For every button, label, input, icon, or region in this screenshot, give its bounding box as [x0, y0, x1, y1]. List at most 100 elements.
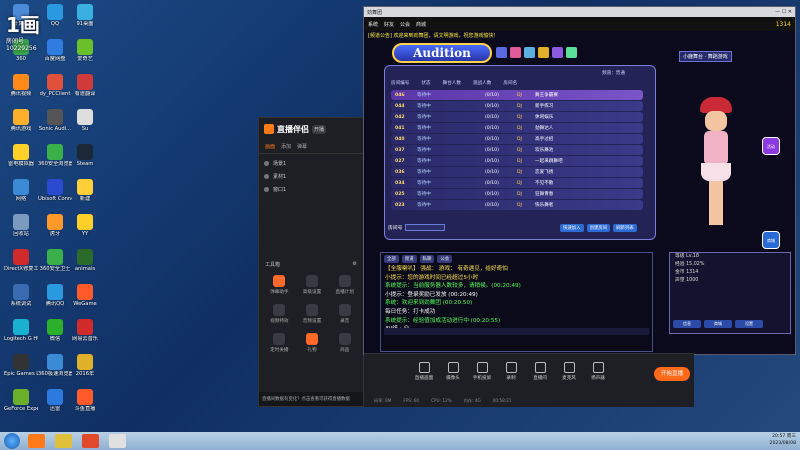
desktop-icon[interactable]: Steam — [68, 144, 102, 167]
tool-item[interactable]: 高级设置 — [296, 275, 329, 295]
window-controls[interactable]: — ☐ ✕ — [775, 9, 792, 15]
control-button[interactable]: 麦克风 — [559, 362, 579, 381]
tool-item[interactable]: 录音 — [328, 304, 361, 324]
live-status-badge[interactable]: 开播 — [312, 124, 327, 134]
desktop-icon[interactable]: 有道翻译 — [68, 74, 102, 97]
taskbar-app[interactable] — [109, 434, 126, 448]
desktop-icon[interactable]: 2016年 — [68, 354, 102, 377]
desktop-icon[interactable]: Ubisoft Connect — [38, 179, 72, 202]
desktop-icon[interactable]: 腾讯视频 — [4, 74, 38, 97]
desktop-icon[interactable]: YY — [68, 214, 102, 237]
event-button[interactable]: 活动 — [762, 137, 780, 155]
tool-item[interactable]: 音频设置 — [296, 304, 329, 324]
control-button[interactable]: 扬声器 — [588, 362, 608, 381]
profile-info-button[interactable]: 信息 — [673, 320, 701, 328]
desktop-icon[interactable]: Epic Games Launcher — [4, 354, 38, 377]
chat-tab[interactable]: 私聊 — [419, 255, 435, 263]
tab-scene[interactable]: 画面 — [265, 143, 275, 150]
tab-danmaku[interactable]: 弹幕 — [297, 143, 307, 150]
mode-icon[interactable] — [538, 47, 549, 58]
chat-tab[interactable]: 全部 — [384, 255, 399, 263]
mode-icon[interactable] — [566, 47, 577, 58]
desktop-icon[interactable]: 360安全浏览器 — [38, 144, 72, 167]
system-clock[interactable]: 20:57 周三 2023/08/08 — [770, 433, 796, 447]
profile-settings-button[interactable]: 设置 — [735, 320, 763, 328]
mode-icon[interactable] — [552, 47, 563, 58]
room-row[interactable]: 046 等待中 (0/10) DJ 舞王争霸赛 — [391, 90, 643, 100]
taskbar-app[interactable] — [82, 434, 99, 448]
room-row[interactable]: 037 等待中 (0/10) DJ 欢乐舞池 — [391, 145, 643, 155]
desktop-icon[interactable]: 斗鱼直播 — [68, 389, 102, 412]
mode-icon[interactable] — [496, 47, 507, 58]
control-button[interactable]: 直播间 — [530, 362, 550, 381]
desktop-icon[interactable]: 网络 — [4, 179, 38, 202]
scene-item[interactable]: 素材1 — [264, 170, 358, 183]
topbar-item[interactable]: 商城 — [416, 21, 426, 28]
room-row[interactable]: 040 等待中 (0/10) DJ 高手过招 — [391, 134, 643, 144]
desktop-icon[interactable]: dy_PCClient — [38, 74, 72, 97]
eye-icon[interactable] — [264, 174, 269, 179]
desktop-icon[interactable]: 腾讯游戏 — [4, 109, 38, 132]
mode-icon[interactable] — [524, 47, 535, 58]
control-button[interactable]: 录制 — [501, 362, 521, 381]
room-row[interactable]: 027 等待中 (0/10) DJ 一起来跳舞吧 — [391, 156, 643, 166]
topbar-item[interactable]: 系统 — [368, 21, 378, 28]
stream-footer-notice[interactable]: 直播间数据有变化？点击查看可获得直播数据 — [259, 392, 363, 406]
tool-item[interactable]: 定时关播 — [263, 333, 296, 353]
room-row[interactable]: 044 等待中 (0/10) DJ 新手练习 — [391, 101, 643, 111]
quick-join-button[interactable]: 快速加入 — [560, 224, 584, 232]
desktop-icon[interactable]: 系统调试 — [4, 284, 38, 307]
desktop-icon[interactable]: 新建 — [68, 179, 102, 202]
scene-item[interactable]: 场景1 — [264, 157, 358, 170]
desktop-icon[interactable]: 迅雷 — [38, 389, 72, 412]
control-button[interactable]: 摄像头 — [443, 362, 463, 381]
tool-item[interactable]: 视频特效 — [263, 304, 296, 324]
tool-item[interactable]: 直播计划 — [328, 275, 361, 295]
tool-item[interactable]: 弹幕助手 — [263, 275, 296, 295]
desktop-icon[interactable]: Su — [68, 109, 102, 132]
desktop-icon[interactable]: 360极速浏览器 — [38, 354, 72, 377]
control-button[interactable]: 直播画面 — [414, 362, 434, 381]
desktop-icon[interactable]: 网易云音乐 — [68, 319, 102, 342]
taskbar-app[interactable] — [55, 434, 72, 448]
topbar-item[interactable]: 好友 — [384, 21, 394, 28]
eye-icon[interactable] — [264, 187, 269, 192]
profile-shop-button[interactable]: 商城 — [704, 320, 732, 328]
control-button[interactable]: 手机投屏 — [472, 362, 492, 381]
tab-add[interactable]: 添加 — [281, 143, 291, 150]
tool-item[interactable]: 商品 — [328, 333, 361, 353]
go-live-button[interactable]: 开始直播 — [654, 367, 690, 381]
chat-tab[interactable]: 频道 — [401, 255, 417, 263]
desktop-icon[interactable]: 360安全卫士 — [38, 249, 72, 272]
chat-tab[interactable]: 公会 — [437, 255, 453, 263]
eye-icon[interactable] — [264, 161, 269, 166]
room-row[interactable]: 023 等待中 (0/10) DJ 快乐舞者 — [391, 200, 643, 210]
create-room-button[interactable]: 创建房间 — [586, 224, 611, 232]
desktop-icon[interactable]: GeForce Experience — [4, 389, 38, 412]
scene-item[interactable]: 窗口1 — [264, 183, 358, 196]
desktop-icon[interactable]: Logitech G HUB — [4, 319, 38, 342]
desktop-icon[interactable]: 雷电模拟器 — [4, 144, 38, 167]
room-row[interactable]: 034 等待中 (0/10) DJ 不见不散 — [391, 178, 643, 188]
desktop-icon[interactable]: animals — [68, 249, 102, 272]
mode-icon[interactable] — [510, 47, 521, 58]
room-row[interactable]: 041 等待中 (0/10) DJ 劲舞达人 — [391, 123, 643, 133]
tool-item[interactable]: 礼物 — [296, 333, 329, 353]
room-row[interactable]: 042 等待中 (0/10) DJ 休闲娱乐 — [391, 112, 643, 122]
desktop-icon[interactable]: 微信 — [38, 319, 72, 342]
desktop-icon[interactable]: 回收站 — [4, 214, 38, 237]
desktop-icon[interactable]: 爱奇艺 — [68, 39, 102, 62]
refresh-button[interactable]: 刷新列表 — [613, 224, 637, 232]
shop-button[interactable]: 商城 — [762, 231, 780, 249]
start-button[interactable] — [4, 433, 20, 449]
taskbar-app[interactable] — [28, 434, 45, 448]
settings-icon[interactable]: ⚙ — [353, 261, 357, 268]
desktop-icon[interactable]: WeGame — [68, 284, 102, 307]
desktop-icon[interactable]: 虎牙 — [38, 214, 72, 237]
desktop-icon[interactable]: DirectX修复工具 — [4, 249, 38, 272]
desktop-icon[interactable]: 腾讯QQ — [38, 284, 72, 307]
topbar-item[interactable]: 公会 — [400, 21, 410, 28]
chat-input[interactable] — [384, 328, 649, 335]
desktop-icon[interactable]: 91桌面 — [68, 4, 102, 27]
room-number-input[interactable] — [405, 224, 446, 231]
